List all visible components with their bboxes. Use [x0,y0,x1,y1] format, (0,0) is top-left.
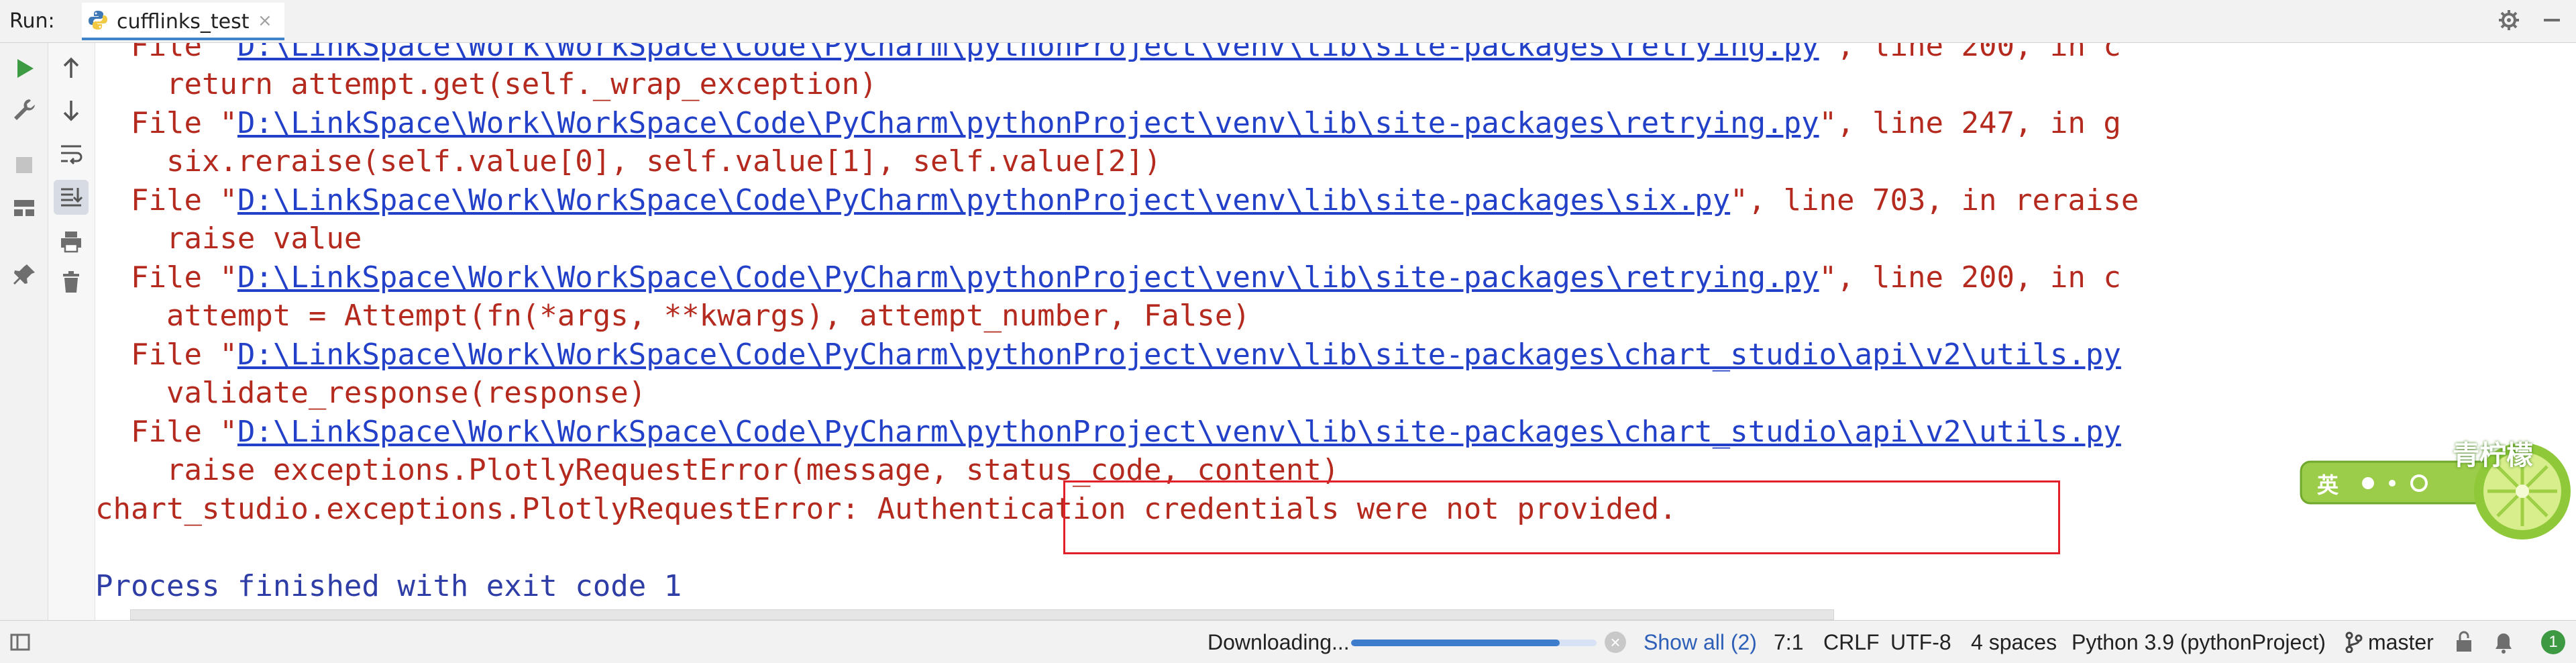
file-prefix: File " [95,183,237,217]
cancel-download-icon[interactable]: × [1605,631,1626,653]
soft-wrap-icon[interactable] [58,141,85,168]
indent-setting[interactable]: 4 spaces [1971,630,2057,655]
line-info: ", line 200, in c [1819,43,2121,63]
trash-icon[interactable] [58,268,85,295]
traceback-file-line: File "D:\LinkSpace\Work\WorkSpace\Code\P… [95,336,2121,374]
file-link[interactable]: D:\LinkSpace\Work\WorkSpace\Code\PyCharm… [237,415,2121,449]
line-separator[interactable]: CRLF [1823,630,1880,655]
progress-fill [1351,640,1560,646]
watermark-text: 青柠檬 [2453,440,2533,471]
run-tool-window-header: Run: cufflinks_test × [0,0,2576,43]
layout-icon[interactable] [11,195,38,221]
downloading-status: Downloading... [1208,630,1350,654]
console-output[interactable]: File "D:\LinkSpace\Work\WorkSpace\Code\P… [95,43,2576,620]
tab-cufflinks-test[interactable]: cufflinks_test × [82,3,284,40]
arrow-down-icon[interactable] [58,97,85,123]
line-info: ", line 200, in c [1819,260,2121,295]
git-branch[interactable]: master [2368,630,2434,655]
traceback-code-line: return attempt.get(self._wrap_exception) [95,67,877,101]
python-file-icon [89,11,107,30]
pin-icon[interactable] [11,262,38,289]
caret-position[interactable]: 7:1 [1774,630,1803,655]
error-highlight-box [1063,480,2060,554]
git-branch-icon [2345,631,2363,653]
stop-icon[interactable] [11,152,38,178]
file-prefix: File " [95,106,237,140]
python-interpreter[interactable]: Python 3.9 (pythonProject) [2072,630,2326,655]
notification-badge[interactable]: 1 [2541,630,2565,654]
minimize-icon[interactable] [2540,8,2564,32]
gear-icon[interactable] [2497,8,2521,32]
traceback-code-line: attempt = Attempt(fn(*args, **kwargs), a… [95,299,1250,333]
show-all-link[interactable]: Show all (2) [1644,630,1757,655]
rerun-icon[interactable] [11,55,38,82]
status-bar: Downloading... × Show all (2) 7:1 CRLF U… [0,620,2576,663]
watermark-sub: 英 [2317,472,2339,498]
wrench-icon[interactable] [11,97,38,123]
watermark-logo: 青柠檬 英 [2294,427,2576,548]
file-prefix: File " [95,415,237,449]
file-link[interactable]: D:\LinkSpace\Work\WorkSpace\Code\PyCharm… [237,338,2121,372]
arrow-up-icon[interactable] [58,55,85,82]
download-progress-bar [1351,640,1597,646]
console-actions-toolbar [48,43,95,620]
close-icon[interactable]: × [258,11,272,31]
line-info: ", line 703, in reraise [1730,183,2139,217]
file-prefix: File " [95,260,237,295]
event-log-icon[interactable] [2490,629,2517,656]
traceback-file-line: File "D:\LinkSpace\Work\WorkSpace\Code\P… [95,43,2121,66]
traceback-file-line: File "D:\LinkSpace\Work\WorkSpace\Code\P… [95,181,2139,220]
file-prefix: File " [95,338,237,372]
horizontal-scrollbar[interactable] [130,609,1834,620]
file-encoding[interactable]: UTF-8 [1890,630,1951,655]
file-prefix: File " [95,43,237,63]
tab-title: cufflinks_test [117,10,250,34]
scroll-to-end-toggle[interactable] [54,180,89,215]
run-actions-toolbar [0,43,48,620]
traceback-code-line: validate_response(response) [95,376,647,410]
traceback-code-line: six.reraise(self.value[0], self.value[1]… [95,144,1162,178]
scroll-to-end-icon [61,188,83,207]
traceback-file-line: File "D:\LinkSpace\Work\WorkSpace\Code\P… [95,258,2121,297]
lock-icon[interactable] [2454,630,2474,653]
file-link[interactable]: D:\LinkSpace\Work\WorkSpace\Code\PyCharm… [237,43,1819,63]
file-link[interactable]: D:\LinkSpace\Work\WorkSpace\Code\PyCharm… [237,260,1819,295]
toggle-tool-windows-icon[interactable] [9,631,31,653]
file-link[interactable]: D:\LinkSpace\Work\WorkSpace\Code\PyCharm… [237,183,1730,217]
process-exit-message: Process finished with exit code 1 [95,569,682,603]
traceback-file-line: File "D:\LinkSpace\Work\WorkSpace\Code\P… [95,413,2121,452]
file-link[interactable]: D:\LinkSpace\Work\WorkSpace\Code\PyCharm… [237,106,1819,140]
traceback-file-line: File "D:\LinkSpace\Work\WorkSpace\Code\P… [95,104,2121,143]
print-icon[interactable] [58,228,85,255]
run-label: Run: [9,9,55,33]
line-info: ", line 247, in g [1819,106,2121,140]
traceback-code-line: raise value [95,221,362,256]
